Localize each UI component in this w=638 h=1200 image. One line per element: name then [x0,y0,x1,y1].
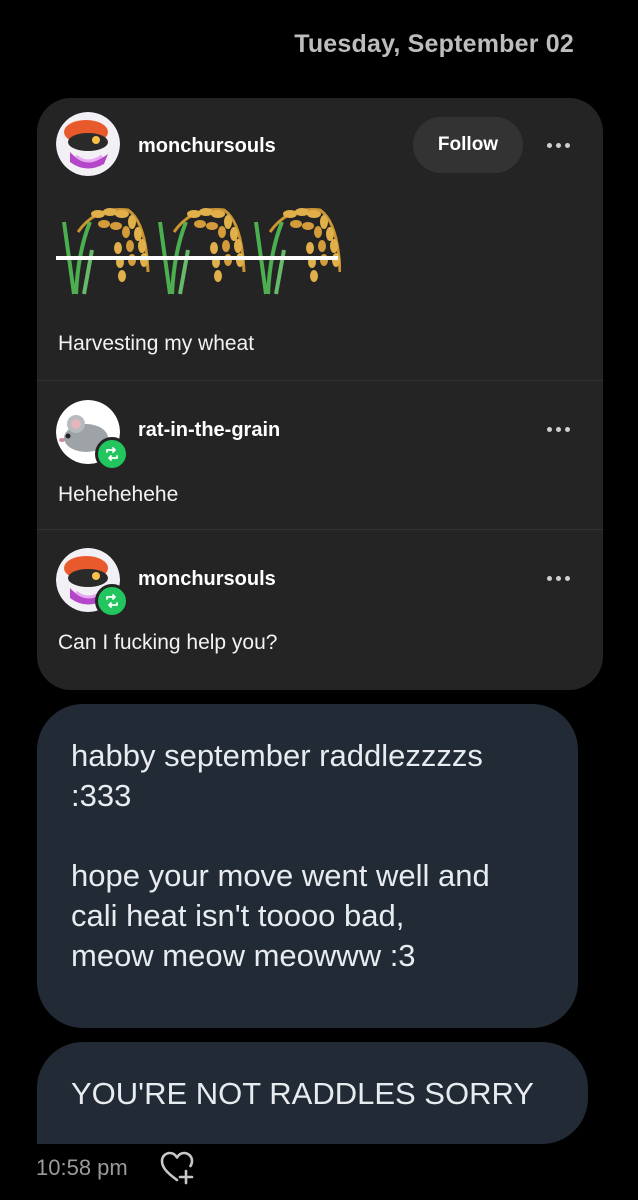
username[interactable]: monchursouls [138,135,276,158]
reblog-body: Can I fucking help you? [58,631,278,654]
reblog-icon [95,437,129,471]
shared-post-card[interactable]: monchursouls Follow Harvesting my wheat … [37,98,603,690]
message-line: meow meow meowww :3 [71,938,416,973]
avatar[interactable] [56,112,120,176]
date-header: Tuesday, September 02 [294,30,574,58]
follow-button[interactable]: Follow [413,117,523,173]
reblog-icon [95,584,129,618]
reblog-entry: monchursouls Can I fucking help you? [37,529,603,690]
message-line: hope your move went well and [71,858,490,893]
more-options-icon[interactable] [541,135,575,155]
post-body: Harvesting my wheat [58,332,255,355]
message-timestamp: 10:58 pm [36,1155,128,1180]
reblog-entry: rat-in-the-grain Hehehehehe [37,380,603,530]
heart-plus-icon[interactable] [160,1150,196,1186]
more-options-icon[interactable] [541,419,575,439]
message-line: habby september raddlezzzzs [71,738,483,773]
reblog-body: Hehehehehe [58,483,179,506]
message-line: cali heat isn't toooo bad, [71,898,405,933]
wheat-sheaf-icon [56,206,341,296]
username[interactable]: monchursouls [138,568,276,591]
message-bubble[interactable]: habby september raddlezzzzs :333 hope yo… [37,704,578,1028]
original-post: monchursouls Follow Harvesting my wheat [37,98,603,380]
more-options-icon[interactable] [541,568,575,588]
username[interactable]: rat-in-the-grain [138,419,280,442]
message-line: :333 [71,778,132,813]
message-bubble[interactable]: YOU'RE NOT RADDLES SORRY [37,1042,588,1144]
message-text: YOU'RE NOT RADDLES SORRY [71,1076,534,1111]
